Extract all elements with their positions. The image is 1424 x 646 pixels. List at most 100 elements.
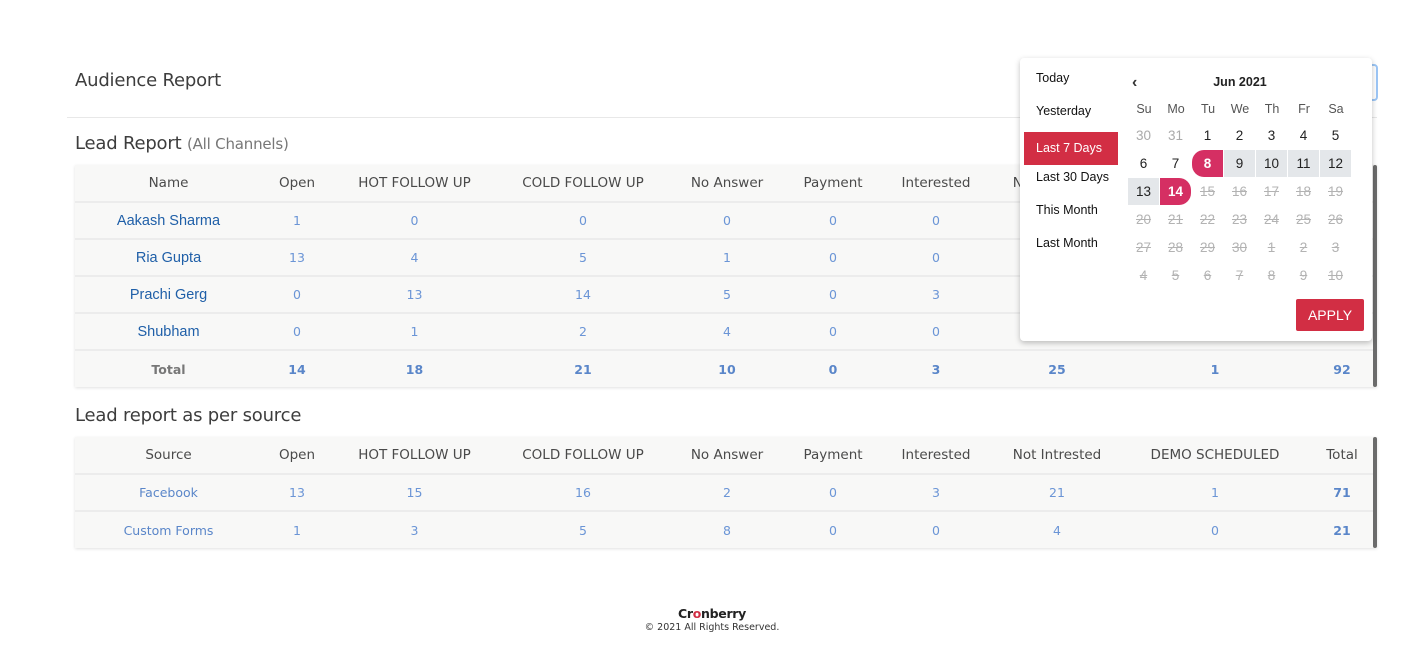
calendar-day[interactable]: 13: [1128, 178, 1159, 205]
count-cell[interactable]: 2: [497, 313, 669, 351]
calendar-day[interactable]: 7: [1160, 150, 1191, 177]
count-cell[interactable]: 0: [262, 313, 332, 351]
month-label: Jun 2021: [1213, 75, 1267, 89]
count-cell[interactable]: 4: [991, 511, 1123, 548]
range-option-last-30-days[interactable]: Last 30 Days: [1024, 165, 1118, 198]
agent-name-link[interactable]: Shubham: [75, 313, 262, 351]
calendar-day: 8: [1267, 268, 1276, 283]
range-option-today[interactable]: Today: [1024, 66, 1118, 99]
calendar-day[interactable]: 3: [1256, 122, 1287, 149]
weekday-label: Th: [1264, 102, 1280, 116]
calendar-day[interactable]: 4: [1288, 122, 1319, 149]
count-cell[interactable]: 0: [785, 474, 881, 512]
count-cell[interactable]: 2: [669, 474, 785, 512]
calendar-day: 19: [1327, 184, 1344, 199]
calendar-day: 22: [1199, 212, 1216, 227]
count-cell[interactable]: 8: [669, 511, 785, 548]
count-cell[interactable]: 15: [332, 474, 497, 512]
date-range-picker: Today Yesterday Last 7 Days Last 30 Days Thi…: [1020, 58, 1372, 341]
calendar-day: 18: [1295, 184, 1312, 199]
agent-name-link[interactable]: Prachi Gerg: [75, 276, 262, 314]
calendar-day[interactable]: 5: [1320, 122, 1351, 149]
count-cell[interactable]: 4: [669, 313, 785, 351]
calendar-day: 28: [1167, 240, 1184, 255]
lead-report-heading: Lead Report: [75, 133, 182, 154]
total-cell: 92: [1333, 361, 1351, 377]
count-cell[interactable]: 5: [669, 276, 785, 314]
calendar-day[interactable]: 2: [1224, 122, 1255, 149]
count-cell[interactable]: 1: [1123, 474, 1307, 512]
calendar-day[interactable]: 31: [1160, 122, 1191, 149]
count-cell[interactable]: 0: [785, 511, 881, 548]
total-cell: 25: [1048, 361, 1066, 377]
count-cell[interactable]: 14: [497, 276, 669, 314]
calendar-day[interactable]: 9: [1224, 150, 1255, 177]
count-cell[interactable]: 0: [881, 202, 991, 240]
calendar-day: 9: [1299, 268, 1308, 283]
column-header: COLD FOLLOW UP: [497, 437, 669, 475]
range-option-last-7-days[interactable]: Last 7 Days: [1024, 132, 1118, 165]
weekday-label: Sa: [1328, 102, 1344, 116]
count-cell[interactable]: 0: [785, 202, 881, 240]
count-cell[interactable]: 0: [332, 202, 497, 240]
count-cell[interactable]: 0: [785, 239, 881, 277]
range-option-last-month[interactable]: Last Month: [1024, 231, 1118, 264]
count-cell[interactable]: 21: [991, 474, 1123, 512]
calendar-day[interactable]: 8: [1192, 150, 1223, 177]
count-cell[interactable]: 0: [669, 202, 785, 240]
count-cell[interactable]: 4: [332, 239, 497, 277]
calendar-day[interactable]: 14: [1160, 178, 1191, 205]
count-cell[interactable]: 1: [332, 313, 497, 351]
calendar-day[interactable]: 30: [1128, 122, 1159, 149]
range-option-this-month[interactable]: This Month: [1024, 198, 1118, 231]
calendar-day[interactable]: 12: [1320, 150, 1351, 177]
count-cell[interactable]: 5: [497, 511, 669, 548]
count-cell[interactable]: 3: [881, 474, 991, 512]
count-cell[interactable]: 0: [881, 511, 991, 548]
preset-ranges: Today Yesterday Last 7 Days Last 30 Days Thi…: [1024, 66, 1118, 264]
count-cell[interactable]: 3: [332, 511, 497, 548]
count-cell[interactable]: 5: [497, 239, 669, 277]
range-option-yesterday[interactable]: Yesterday: [1024, 99, 1118, 132]
column-header: DEMO SCHEDULED: [1123, 437, 1307, 475]
count-cell[interactable]: 0: [497, 202, 669, 240]
column-header: HOT FOLLOW UP: [332, 165, 497, 203]
calendar-day: 1: [1267, 240, 1276, 255]
calendar-day[interactable]: 10: [1256, 150, 1287, 177]
source-report-title: Lead report as per source: [75, 405, 302, 426]
apply-button[interactable]: APPLY: [1296, 299, 1364, 331]
count-cell[interactable]: 0: [881, 313, 991, 351]
calendar-day[interactable]: 1: [1192, 122, 1223, 149]
total-cell: 14: [288, 361, 306, 377]
count-cell[interactable]: 0: [1123, 511, 1307, 548]
count-cell[interactable]: 0: [881, 239, 991, 277]
weekday-label: Fr: [1298, 102, 1310, 116]
column-header: Total: [1307, 437, 1377, 475]
count-cell[interactable]: 1: [669, 239, 785, 277]
table-row: Facebook 13 15 16 2 0 3 21 1 71: [75, 474, 1377, 512]
count-cell[interactable]: 3: [881, 276, 991, 314]
count-cell[interactable]: 16: [497, 474, 669, 512]
source-name-link[interactable]: Facebook: [75, 474, 262, 512]
count-cell[interactable]: 0: [262, 276, 332, 314]
column-header: Open: [262, 437, 332, 475]
total-row: Total 14 18 21 10 0 3 25 1 92: [75, 350, 1377, 387]
count-cell[interactable]: 13: [262, 239, 332, 277]
count-cell[interactable]: 1: [262, 511, 332, 548]
count-cell[interactable]: 0: [785, 313, 881, 351]
calendar-day[interactable]: 11: [1288, 150, 1319, 177]
calendar-day: 17: [1263, 184, 1280, 199]
agent-name-link[interactable]: Ria Gupta: [75, 239, 262, 277]
calendar-day[interactable]: 6: [1128, 150, 1159, 177]
source-name-link[interactable]: Custom Forms: [75, 511, 262, 548]
count-cell[interactable]: 13: [332, 276, 497, 314]
agent-name-link[interactable]: Aakash Sharma: [75, 202, 262, 240]
count-cell[interactable]: 0: [785, 276, 881, 314]
calendar-day: 7: [1235, 268, 1244, 283]
count-cell[interactable]: 1: [262, 202, 332, 240]
column-header: Payment: [785, 437, 881, 475]
calendar-day: 2: [1299, 240, 1308, 255]
count-cell[interactable]: 13: [262, 474, 332, 512]
column-header: Interested: [881, 165, 991, 203]
total-label: Total: [151, 361, 186, 377]
